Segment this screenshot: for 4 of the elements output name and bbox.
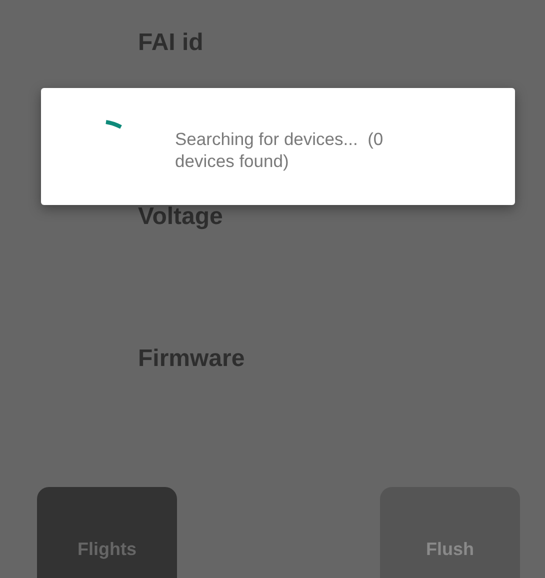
dialog-message: Searching for devices... (0 devices found) [175, 128, 384, 172]
field-label: Voltage [138, 202, 223, 232]
field-label: Firmware [138, 344, 245, 374]
field-label: FAI id [138, 28, 204, 58]
